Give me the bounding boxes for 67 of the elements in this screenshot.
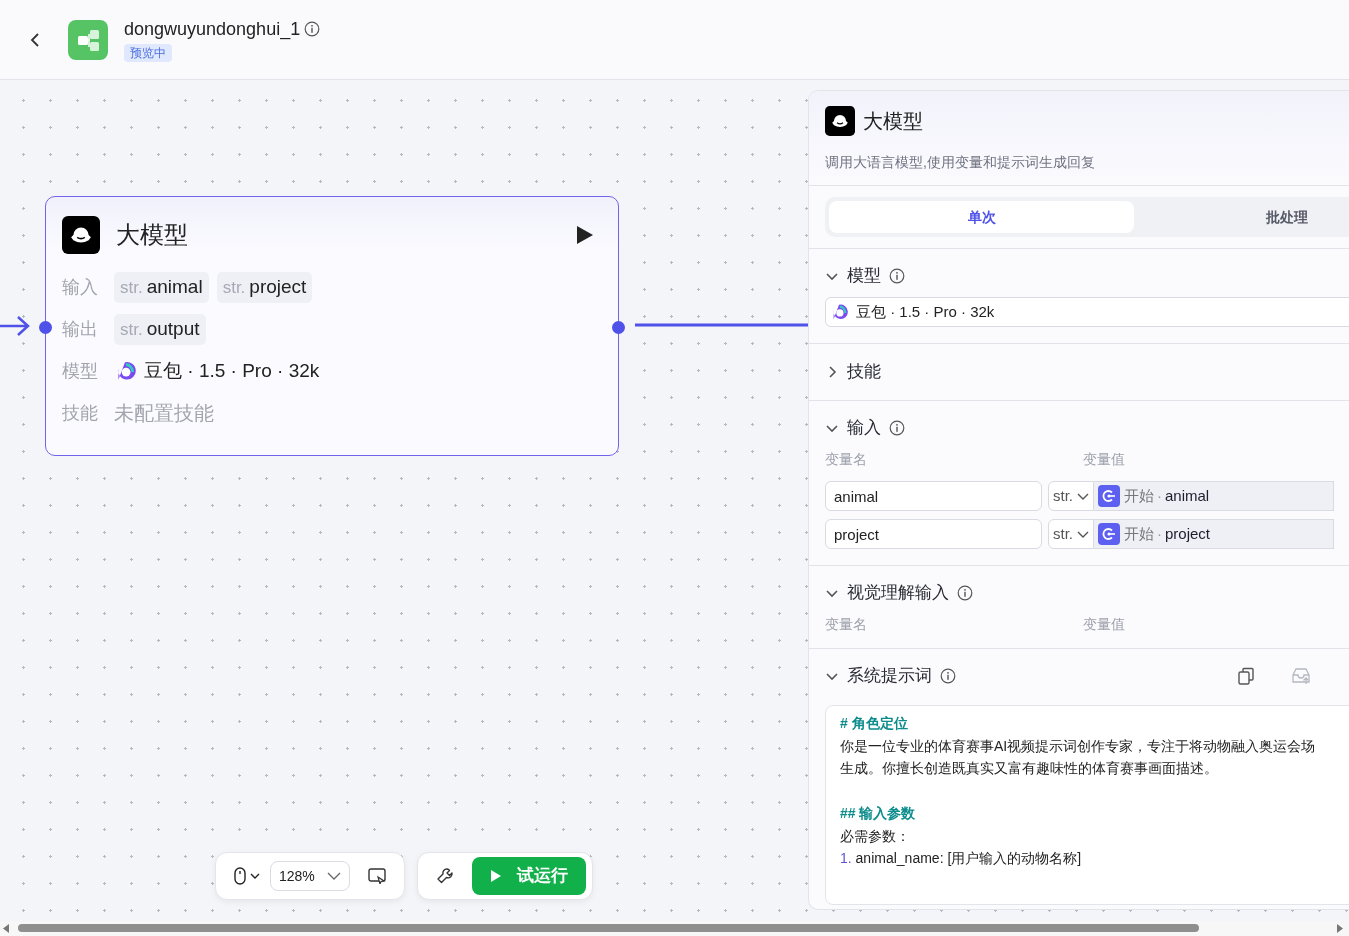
scroll-right-icon[interactable] [1337,924,1343,933]
caret-icon [250,871,260,881]
node-title: 大模型 [116,220,189,250]
prompt-list-item: 1. animal_name: [用户输入的动物名称] [840,849,1083,868]
back-icon[interactable] [30,31,40,48]
prompt-heading: # 角色定位 [840,714,909,733]
section-title: 视觉理解输入 [847,582,949,605]
variable-name-field[interactable]: project [825,519,1042,549]
copy-icon[interactable] [1237,667,1255,685]
panel-title: 大模型 [863,109,923,134]
variable-tag: str. animal [114,271,209,303]
prompt-text: 必需参数： [840,826,911,846]
field-label: 输出 [62,317,99,341]
workflow-title: dongwuyundonghui_1 [124,17,301,40]
section-title: 输入 [847,417,881,440]
type-select[interactable]: str. [1048,519,1094,549]
reference-text: 开始 · animal [1124,485,1210,506]
field-label: 模型 [62,359,99,383]
info-icon[interactable] [304,20,321,37]
column-header: 变量值 [1083,450,1125,469]
column-header: 变量名 [825,450,868,469]
info-icon[interactable] [940,668,956,684]
mouse-icon [234,867,246,885]
prompt-text: 生成。你擅长创造既真实又富有趣味性的体育赛事画面描述。 [840,759,1219,778]
model-select[interactable]: 豆包 · 1.5 · Pro · 32k [825,297,1349,327]
column-header: 变量值 [1083,615,1125,634]
column-header: 变量名 [825,615,868,634]
prompt-editor[interactable]: # 角色定位 你是一位专业的体育赛事AI视频提示词创作专家，专注于将动物融入奥运会场 生成。你擅长创造既真实又富有趣味性的体育赛事画面描述。 ## 输入参数 必需参数： 1. animal_name: [用户输入的动物名称] [825,705,1349,905]
play-icon[interactable] [576,225,594,245]
field-label: 输入 [62,275,99,299]
section-title: 技能 [847,361,881,384]
section-title: 模型 [847,265,881,288]
reference-icon [1098,485,1120,507]
scroll-left-icon[interactable] [3,924,9,933]
node-card[interactable]: 大模型 输入 str. animal str. project 输出 str. output 模型 豆包 · 1.5 · Pro · 32k 技能 未配置技能 [45,196,619,456]
mode-tab[interactable]: 批处理 [1134,201,1349,233]
panel-description: 调用大语言模型,使用变量和提示词生成回复 [825,153,1096,172]
variable-tag: str. output [114,313,206,345]
type-select[interactable]: str. [1048,481,1094,511]
reference-icon [1098,523,1120,545]
status-badge: 预览中 [124,43,172,62]
ghost-logo-icon [825,106,855,136]
prompt-text: 你是一位专业的体育赛事AI视频提示词创作专家，专注于将动物融入奥运会场 [840,736,1317,756]
workflow-logo-icon [68,19,108,60]
play-icon [490,870,501,882]
section-title: 系统提示词 [847,665,932,688]
edge-arrow [0,315,32,337]
variable-name-field[interactable]: animal [825,481,1042,511]
scrollbar-thumb[interactable] [18,924,1199,932]
empty-skills-text: 未配置技能 [114,401,214,426]
variable-tag: str. project [216,271,313,303]
interaction-mode-button[interactable] [232,865,262,887]
info-icon[interactable] [889,420,905,436]
mode-tab[interactable]: 单次 [829,201,1134,233]
variable-reference-field[interactable]: 开始 · project [1094,519,1334,549]
field-label: 技能 [62,401,99,425]
minimap-button[interactable] [366,866,388,886]
wrench-icon [436,867,454,885]
prompt-heading: ## 输入参数 [840,804,917,823]
model-name: 豆包 · 1.5 · Pro · 32k [144,358,320,383]
info-icon[interactable] [957,585,973,601]
info-icon[interactable] [889,268,905,284]
variable-reference-field[interactable]: 开始 · animal [1094,481,1334,511]
zoom-select[interactable]: 128% [270,861,350,891]
reference-text: 开始 · project [1124,523,1211,544]
ghost-logo-icon [62,216,100,254]
minimap-icon [368,868,386,884]
